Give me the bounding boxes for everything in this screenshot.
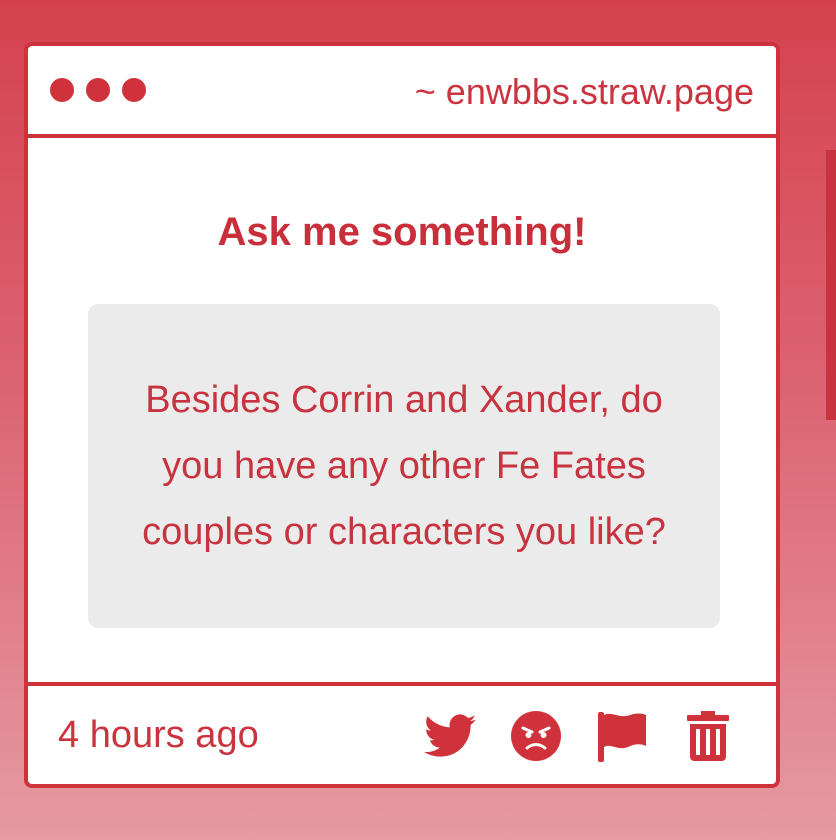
twitter-icon (424, 714, 476, 757)
scrollbar[interactable] (826, 150, 836, 420)
action-bar (424, 710, 734, 762)
window-titlebar: ~ enwbbs.straw.page (28, 46, 776, 138)
timestamp: 4 hours ago (58, 714, 259, 756)
card-footer: 4 hours ago (28, 682, 776, 784)
window-dot-2 (86, 78, 110, 102)
flag-icon (598, 712, 646, 762)
delete-button[interactable] (682, 710, 734, 762)
angry-react-button[interactable] (510, 710, 562, 762)
angry-face-icon (511, 711, 561, 761)
share-twitter-button[interactable] (424, 710, 476, 762)
page-heading: Ask me something! (217, 210, 587, 254)
ask-card: ~ enwbbs.straw.page Ask me something! Be… (24, 42, 780, 788)
question-text: Besides Corrin and Xander, do you have a… (142, 379, 666, 553)
trash-icon (687, 711, 729, 761)
site-url[interactable]: ~ enwbbs.straw.page (415, 70, 754, 114)
question-content: Ask me something! Besides Corrin and Xan… (28, 138, 776, 686)
report-button[interactable] (596, 710, 648, 762)
window-dot-1 (50, 78, 74, 102)
window-dot-3 (122, 78, 146, 102)
window-controls (50, 78, 146, 102)
question-box: Besides Corrin and Xander, do you have a… (88, 304, 720, 628)
